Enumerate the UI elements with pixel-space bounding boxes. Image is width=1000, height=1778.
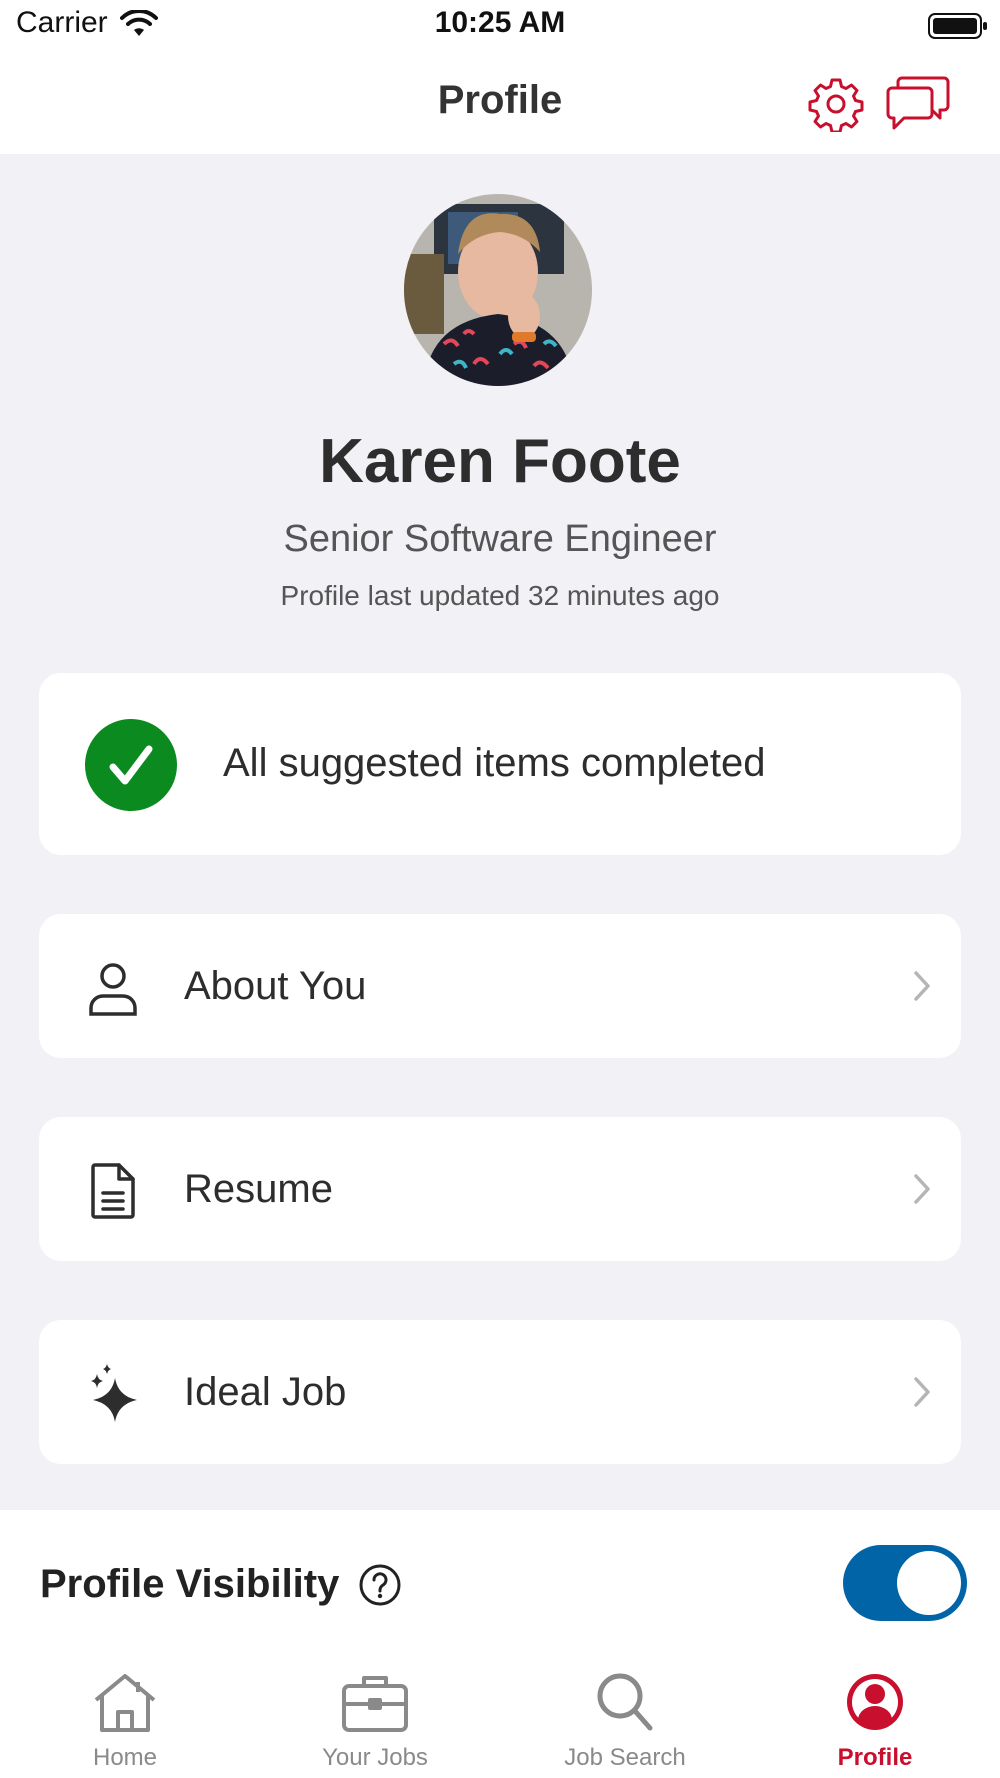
tab-home[interactable]: Home bbox=[15, 1658, 235, 1778]
about-you-label: About You bbox=[184, 964, 367, 1008]
ideal-job-label: Ideal Job bbox=[184, 1370, 347, 1414]
profile-visibility-row: Profile Visibility bbox=[0, 1510, 1000, 1658]
tab-profile[interactable]: Profile bbox=[765, 1658, 985, 1778]
person-icon bbox=[83, 958, 143, 1018]
toggle-knob bbox=[897, 1551, 961, 1615]
chevron-right-icon bbox=[912, 1376, 932, 1408]
document-icon bbox=[83, 1161, 143, 1221]
status-bar: Carrier 10:25 AM bbox=[0, 0, 1000, 52]
completion-card: All suggested items completed bbox=[39, 673, 961, 855]
sparkles-icon bbox=[83, 1364, 143, 1424]
completion-text: All suggested items completed bbox=[223, 741, 766, 785]
profile-job-title: Senior Software Engineer bbox=[283, 518, 717, 560]
tab-job-search[interactable]: Job Search bbox=[515, 1658, 735, 1778]
profile-last-updated: Profile last updated 32 minutes ago bbox=[280, 580, 720, 611]
tab-profile-label: Profile bbox=[837, 1744, 913, 1771]
profile-visibility-label: Profile Visibility bbox=[40, 1562, 340, 1606]
battery-icon bbox=[928, 12, 988, 45]
tab-home-label: Home bbox=[92, 1744, 158, 1771]
profile-icon bbox=[847, 1674, 903, 1730]
messages-button[interactable] bbox=[886, 72, 950, 132]
profile-visibility-toggle[interactable] bbox=[843, 1545, 967, 1621]
about-you-row[interactable]: About You bbox=[39, 914, 961, 1058]
profile-name: Karen Foote bbox=[319, 427, 681, 496]
resume-label: Resume bbox=[184, 1167, 333, 1211]
settings-button[interactable] bbox=[808, 76, 864, 134]
ideal-job-row[interactable]: Ideal Job bbox=[39, 1320, 961, 1464]
tab-your-jobs[interactable]: Your Jobs bbox=[265, 1658, 485, 1778]
tab-your-jobs-label: Your Jobs bbox=[322, 1744, 428, 1771]
checkmark-icon bbox=[85, 719, 177, 811]
chevron-right-icon bbox=[912, 970, 932, 1002]
question-mark-icon[interactable] bbox=[358, 1563, 402, 1607]
home-icon bbox=[94, 1674, 156, 1732]
briefcase-icon bbox=[342, 1676, 408, 1732]
search-icon bbox=[597, 1673, 653, 1731]
gear-icon bbox=[808, 78, 864, 134]
chat-bubbles-icon bbox=[886, 76, 950, 130]
avatar[interactable] bbox=[404, 194, 592, 386]
resume-row[interactable]: Resume bbox=[39, 1117, 961, 1261]
tab-bar: Home Your Jobs Job Search Profile bbox=[0, 1658, 1000, 1778]
navigation-header: Profile bbox=[0, 52, 1000, 154]
chevron-right-icon bbox=[912, 1173, 932, 1205]
clock: 10:25 AM bbox=[434, 6, 566, 39]
tab-job-search-label: Job Search bbox=[564, 1744, 686, 1771]
